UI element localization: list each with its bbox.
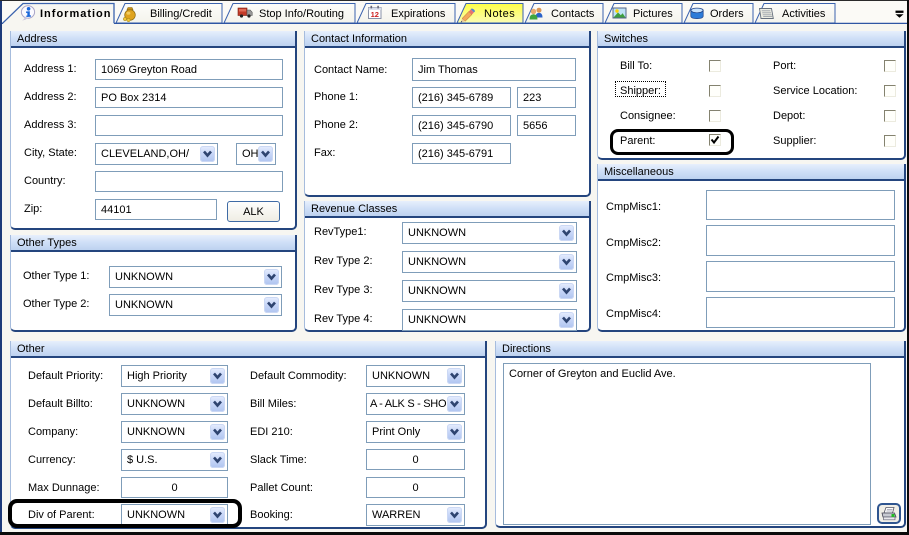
svg-text:Contacts: Contacts [551, 8, 595, 20]
svg-text:Pictures: Pictures [633, 8, 673, 20]
svg-text:Activities: Activities [782, 8, 826, 20]
svg-text:Expirations: Expirations [391, 8, 446, 20]
svg-text:Orders: Orders [710, 8, 744, 20]
svg-text:Billing/Credit: Billing/Credit [150, 8, 212, 20]
svg-text:Notes: Notes [484, 8, 515, 20]
svg-text:Stop Info/Routing: Stop Info/Routing [259, 8, 344, 20]
svg-text:12: 12 [371, 10, 379, 19]
svg-text:Information: Information [40, 8, 112, 20]
